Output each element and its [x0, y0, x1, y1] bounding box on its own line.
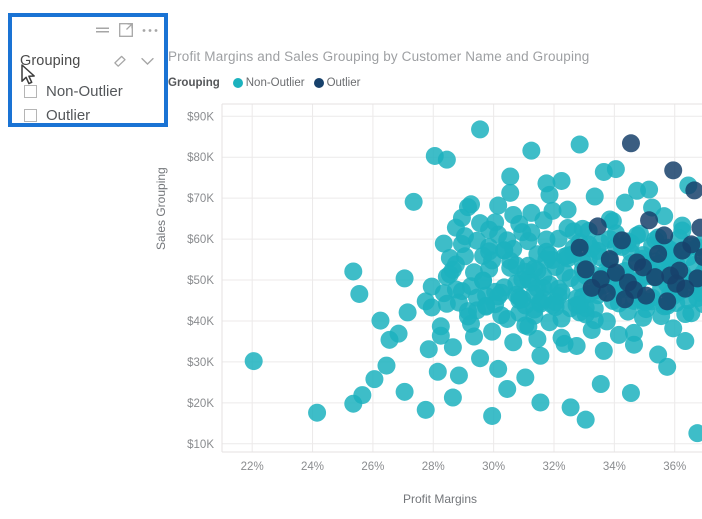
svg-text:$20K: $20K	[187, 398, 214, 410]
svg-text:26%: 26%	[361, 461, 384, 473]
eraser-icon[interactable]	[114, 55, 129, 68]
chart-title: Profit Margins and Sales Grouping by Cus…	[168, 49, 590, 64]
slicer-header-icons	[95, 22, 158, 38]
svg-text:36%: 36%	[663, 461, 686, 473]
svg-text:22%: 22%	[241, 461, 264, 473]
slicer-title-actions	[114, 55, 158, 68]
checkbox-outlier[interactable]	[24, 108, 37, 122]
checkbox-non-outlier[interactable]	[24, 84, 37, 98]
svg-text:24%: 24%	[301, 461, 324, 473]
svg-text:$70K: $70K	[187, 193, 214, 205]
slicer-item-non-outlier[interactable]: Non-Outlier	[24, 79, 160, 103]
slicer-item-list: Non-Outlier Outlier	[24, 79, 160, 127]
svg-text:$60K: $60K	[187, 234, 214, 246]
chevron-down-icon[interactable]	[141, 57, 154, 66]
svg-text:34%: 34%	[603, 461, 626, 473]
slicer-item-label: Outlier	[46, 106, 91, 124]
focus-mode-icon[interactable]	[119, 23, 133, 37]
slicer-title-row: Grouping	[20, 51, 158, 71]
svg-text:30%: 30%	[482, 461, 505, 473]
svg-text:28%: 28%	[422, 461, 445, 473]
chart-legend: Grouping Non-Outlier Outlier	[168, 77, 360, 89]
slicer-title: Grouping	[20, 53, 81, 69]
svg-text:$50K: $50K	[187, 275, 214, 287]
plot-area[interactable]: Sales Grouping Profit Margins $10K $20K $3…	[154, 100, 702, 506]
scatter-chart-visual[interactable]: Profit Margins and Sales Grouping by Cus…	[154, 44, 702, 506]
svg-text:$80K: $80K	[187, 152, 214, 164]
legend-label: Outlier	[326, 77, 361, 89]
svg-text:$10K: $10K	[187, 439, 214, 451]
svg-text:$40K: $40K	[187, 316, 214, 328]
slicer-body: Grouping Non-Outlier Outlier	[12, 17, 164, 124]
svg-text:$90K: $90K	[187, 111, 214, 123]
grouping-slicer[interactable]: Grouping Non-Outlier Outlier	[8, 13, 168, 127]
legend-item-non-outlier[interactable]: Non-Outlier	[232, 77, 305, 89]
filter-list-icon[interactable]	[95, 24, 110, 36]
more-options-icon[interactable]	[142, 28, 158, 33]
legend-title: Grouping	[168, 77, 220, 89]
legend-label: Non-Outlier	[245, 77, 305, 89]
slicer-item-label: Non-Outlier	[46, 82, 123, 100]
legend-color-swatch	[232, 78, 243, 88]
legend-item-outlier[interactable]: Outlier	[313, 77, 361, 89]
slicer-item-outlier[interactable]: Outlier	[24, 103, 160, 127]
scatter-plot-svg[interactable]: $10K $20K $30K $40K $50K $60K $70K $80K $90K 22% 2…	[160, 100, 702, 506]
svg-text:32%: 32%	[542, 461, 565, 473]
svg-text:$30K: $30K	[187, 357, 214, 369]
legend-color-swatch	[313, 78, 324, 88]
